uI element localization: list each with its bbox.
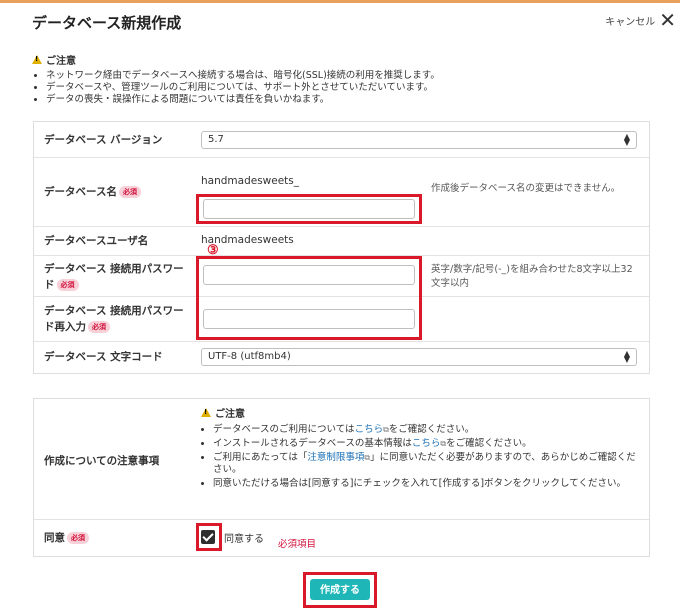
cancel-button[interactable]: キャンセル ✕ — [605, 10, 676, 30]
agree-checkbox[interactable] — [201, 530, 215, 544]
warning-icon — [32, 55, 42, 64]
row-db-user: データベースユーザ名 handmadesweets — [34, 227, 649, 256]
notes-item: ご利用にあたっては「注意制限事項⧉」に同意いただく必要がありますので、あらかじめ… — [213, 452, 641, 476]
row-charset: データベース 文字コード UTF-8 (utf8mb4) ▲ ▼ — [34, 342, 649, 373]
notes-item: データベースのご利用についてはこちら⧉をご確認ください。 — [213, 424, 641, 436]
charset-select[interactable]: UTF-8 (utf8mb4) ▲ ▼ — [201, 348, 637, 366]
info-link[interactable]: こちら — [355, 424, 384, 435]
select-arrows-icon: ▲ ▼ — [623, 349, 630, 364]
notes-heading-text: ご注意 — [215, 409, 245, 420]
notice-item: ネットワーク経由でデータベースへ接続する場合は、暗号化(SSL)接続の利用を推奨… — [46, 70, 652, 82]
create-button[interactable]: 作成する — [310, 579, 370, 600]
version-label: データベース バージョン — [44, 134, 163, 146]
close-icon[interactable]: ✕ — [659, 10, 676, 30]
charset-select-value: UTF-8 (utf8mb4) — [208, 351, 291, 362]
row-agree: 同意 必須 — [34, 520, 649, 556]
password-hint: 英字/数字/記号(-_)を組み合わせた8文字以上32文字以内 — [431, 264, 633, 289]
warning-icon — [201, 408, 211, 417]
database-form: データベース バージョン 5.7 ▲ ▼ データベース名 必須 handmadesw… — [33, 121, 650, 374]
required-badge: 必須 — [88, 321, 110, 333]
agree-label-wrap: 同意 必須 — [44, 530, 89, 546]
notes-content: ご注意 データベースのご利用についてはこちら⧉をご確認ください。 インストールさ… — [201, 405, 641, 492]
agree-checkbox-label[interactable]: 同意する — [224, 530, 264, 545]
notes-text: をご確認ください。 — [388, 424, 475, 435]
step-number-marker: ③ — [207, 243, 219, 258]
top-accent-strip — [0, 0, 680, 3]
notes-text: をご確認ください。 — [446, 438, 532, 449]
basic-info-link[interactable]: こちら — [412, 438, 441, 449]
select-arrows-icon: ▲ ▼ — [623, 132, 630, 147]
notice-list: ネットワーク経由でデータベースへ接続する場合は、暗号化(SSL)接続の利用を推奨… — [32, 70, 652, 106]
row-version: データベース バージョン 5.7 ▲ ▼ — [34, 122, 649, 158]
agreement-form: 作成についての注意事項 ご注意 データベースのご利用についてはこちら⧉をご確認く… — [33, 398, 650, 557]
notice-box: ご注意 ネットワーク経由でデータベースへ接続する場合は、暗号化(SSL)接続の利… — [32, 52, 652, 106]
db-name-prefix: handmadesweets_ — [201, 175, 300, 187]
password-label-wrap: データベース 接続用パスワード 必須 — [44, 261, 192, 293]
notes-text: インストールされるデータベースの基本情報は — [213, 438, 412, 449]
db-name-hint: 作成後データベース名の変更はできません。 — [431, 183, 621, 194]
highlight-box — [196, 256, 422, 340]
notes-heading: ご注意 — [201, 405, 641, 420]
notes-item: インストールされるデータベースの基本情報はこちら⧉をご確認ください。 — [213, 438, 641, 450]
row-notes: 作成についての注意事項 ご注意 データベースのご利用についてはこちら⧉をご確認く… — [34, 399, 649, 520]
db-name-label: データベース名 — [44, 186, 117, 198]
notice-heading-text: ご注意 — [46, 56, 76, 67]
db-name-input[interactable] — [203, 199, 415, 219]
db-user-label: データベースユーザ名 — [44, 235, 149, 247]
notice-item: データの喪失・誤操作による問題については責任を負いかねます。 — [46, 94, 652, 106]
row-db-name: データベース名 必須 handmadesweets_ 作成後データベース名の変更は… — [34, 158, 649, 227]
charset-label: データベース 文字コード — [44, 351, 163, 363]
agree-label: 同意 — [44, 532, 65, 544]
required-note: 必須項目 — [278, 539, 317, 550]
required-badge: 必須 — [118, 186, 141, 198]
notice-heading: ご注意 — [32, 52, 652, 67]
version-select-value: 5.7 — [208, 134, 224, 145]
restrictions-link[interactable]: 注意制限事項 — [307, 452, 364, 463]
notice-item: データベースや、管理ツールのご利用については、サポート外とさせていただいています… — [46, 82, 652, 94]
version-select[interactable]: 5.7 ▲ ▼ — [201, 131, 637, 149]
password-confirm-label-wrap: データベース 接続用パスワード再入力 必須 — [44, 303, 192, 335]
required-badge: 必須 — [67, 532, 89, 544]
password-confirm-label: データベース 接続用パスワード再入力 — [44, 305, 184, 333]
notes-text: データベースのご利用については — [213, 424, 355, 435]
cancel-label: キャンセル — [605, 16, 656, 28]
notes-item: 同意いただける場合は[同意する]にチェックを入れて[作成する]ボタンをクリックし… — [213, 478, 641, 490]
db-name-label-wrap: データベース名 必須 — [44, 184, 141, 200]
notes-list: データベースのご利用についてはこちら⧉をご確認ください。 インストールされるデー… — [201, 424, 641, 490]
notes-label: 作成についての注意事項 — [44, 455, 160, 467]
dialog-title: データベース新規作成 — [32, 14, 182, 32]
required-badge: 必須 — [56, 279, 79, 291]
notes-text: ご利用にあたっては「 — [213, 452, 308, 463]
